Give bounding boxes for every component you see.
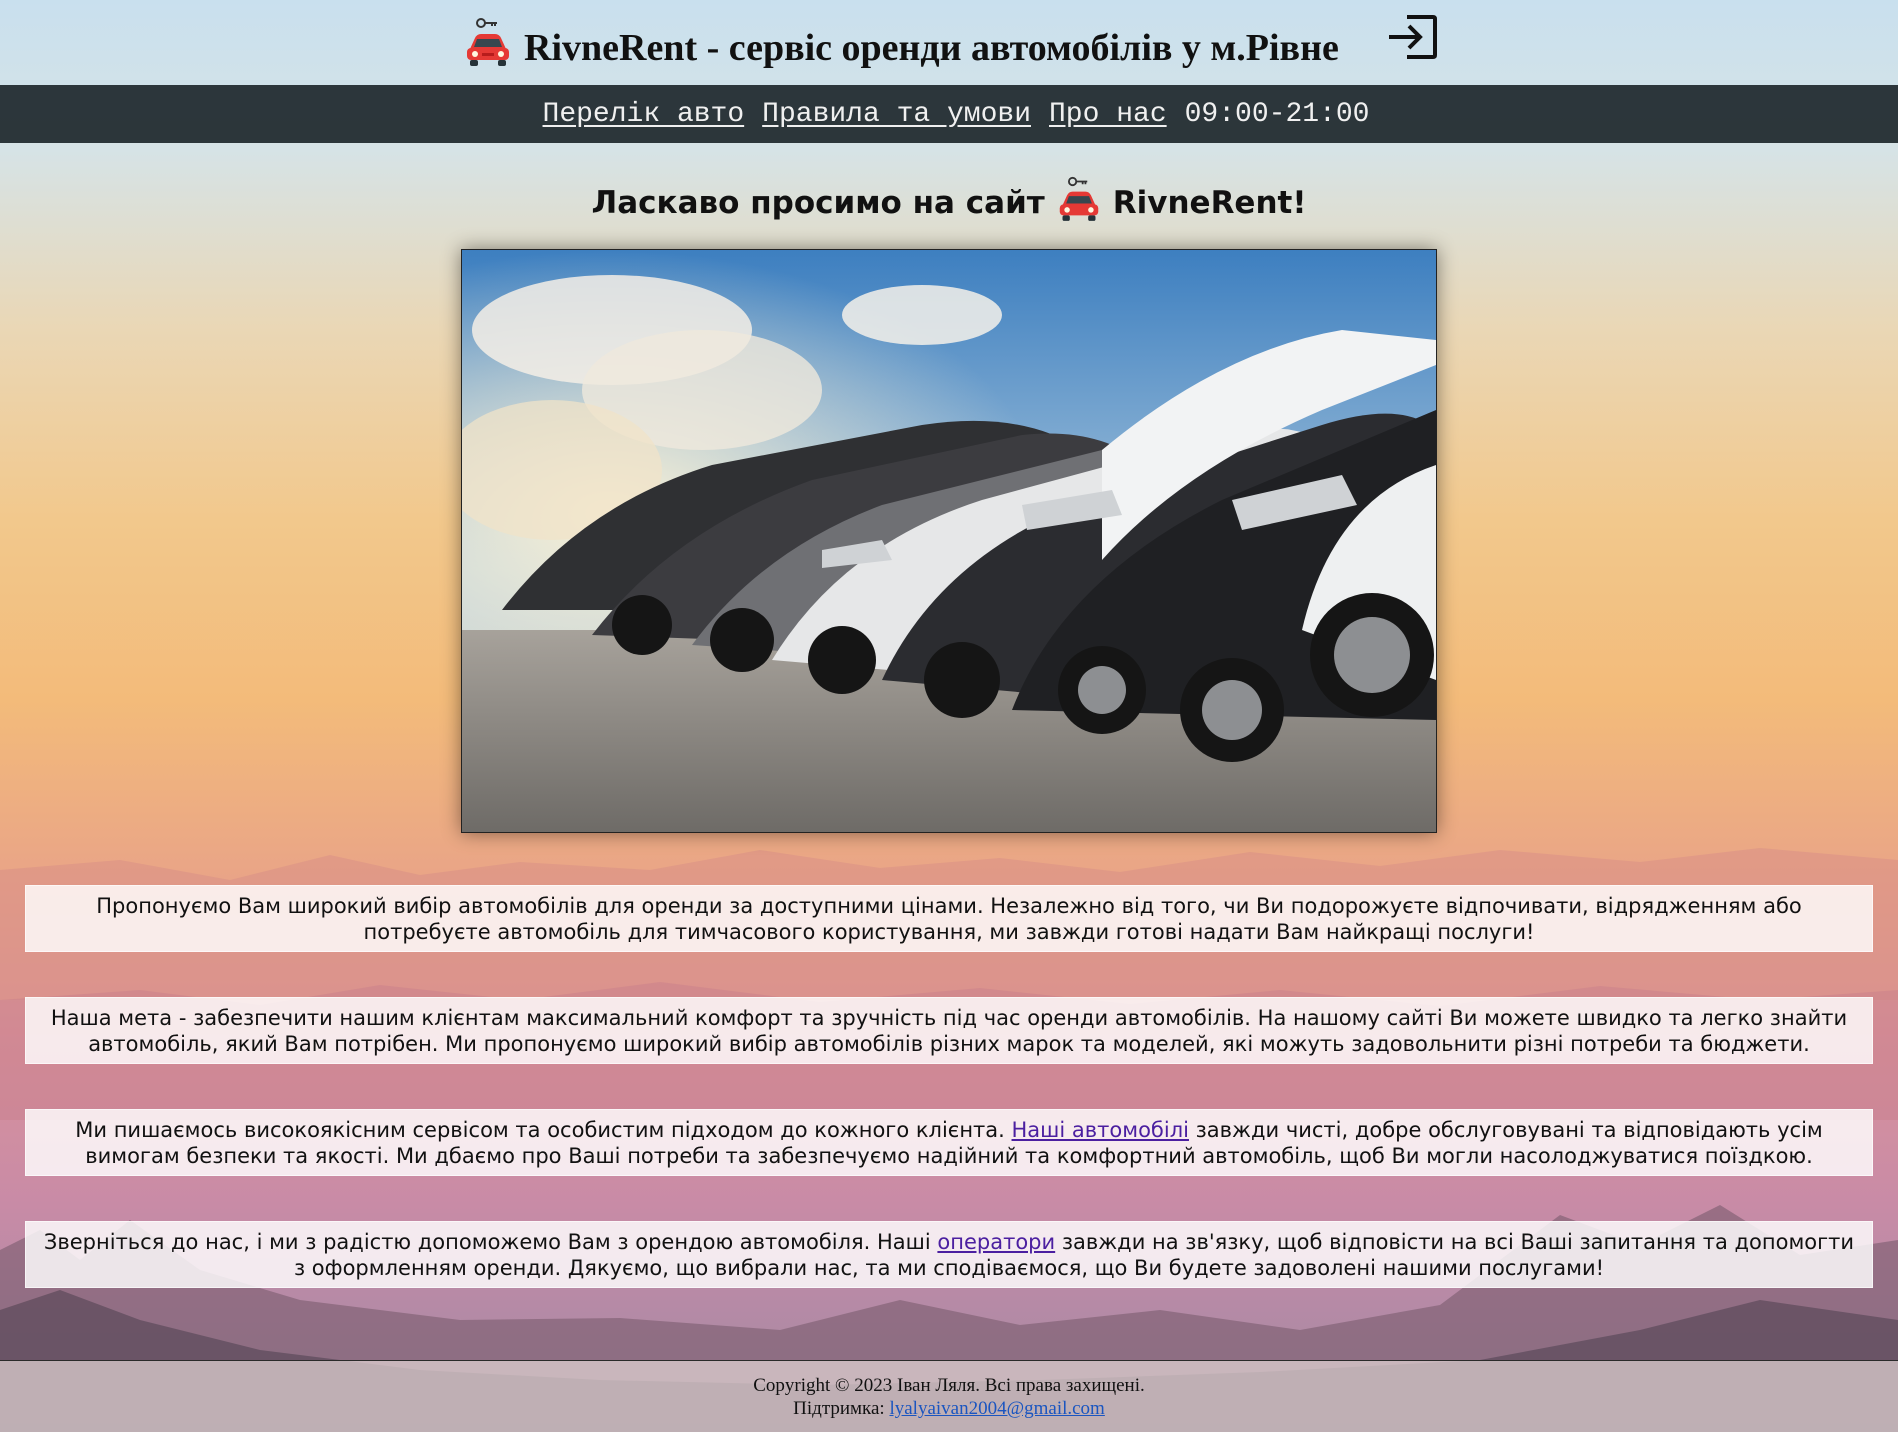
support-line: Підтримка: lyalyaivan2004@gmail.com <box>0 1397 1898 1420</box>
welcome-text: Ласкаво просимо на сайт <box>591 185 1045 221</box>
service-text-start: Ми пишаємось високоякісним сервісом та о… <box>75 1118 1012 1142</box>
intro-paragraph: Пропонуємо Вам широкий вибір автомобілів… <box>25 885 1873 952</box>
car-with-key-icon <box>467 18 509 66</box>
site-title: RivneRent - сервіс оренди автомобілів у … <box>464 18 1339 70</box>
site-header: RivneRent - сервіс оренди автомобілів у … <box>0 0 1898 85</box>
our-cars-link[interactable]: Наші автомобілі <box>1012 1118 1189 1142</box>
service-paragraph: Ми пишаємось високоякісним сервісом та о… <box>25 1109 1873 1176</box>
site-footer: Copyright © 2023 Іван Ляля. Всі права за… <box>0 1360 1898 1432</box>
sign-in-icon[interactable] <box>1387 13 1439 61</box>
mission-paragraph: Наша мета - забезпечити нашим клієнтам м… <box>25 997 1873 1064</box>
contact-text-start: Зверніться до нас, і ми з радістю допомо… <box>43 1230 938 1254</box>
operators-link[interactable]: оператори <box>937 1230 1055 1254</box>
welcome-brand: RivneRent! <box>1112 185 1307 221</box>
site-title-text: RivneRent - сервіс оренди автомобілів у … <box>524 27 1339 69</box>
main-navbar: Перелік авто Правила та умови Про нас 09… <box>0 85 1898 143</box>
row-of-cars-photo <box>461 249 1437 833</box>
copyright-text: Copyright © 2023 Іван Ляля. Всі права за… <box>753 1375 1145 1396</box>
contact-paragraph: Зверніться до нас, і ми з радістю допомо… <box>25 1221 1873 1288</box>
nav-link-car-list[interactable]: Перелік авто <box>543 99 745 130</box>
working-hours: 09:00-21:00 <box>1184 98 1370 130</box>
welcome-heading: Ласкаво просимо на сайт RivneRent! <box>0 176 1898 223</box>
nav-link-rules[interactable]: Правила та умови <box>762 99 1031 130</box>
nav-link-about[interactable]: Про нас <box>1049 99 1167 130</box>
car-with-key-icon <box>1059 176 1099 221</box>
support-email-link[interactable]: lyalyaivan2004@gmail.com <box>889 1398 1104 1419</box>
support-label: Підтримка: <box>793 1398 890 1419</box>
